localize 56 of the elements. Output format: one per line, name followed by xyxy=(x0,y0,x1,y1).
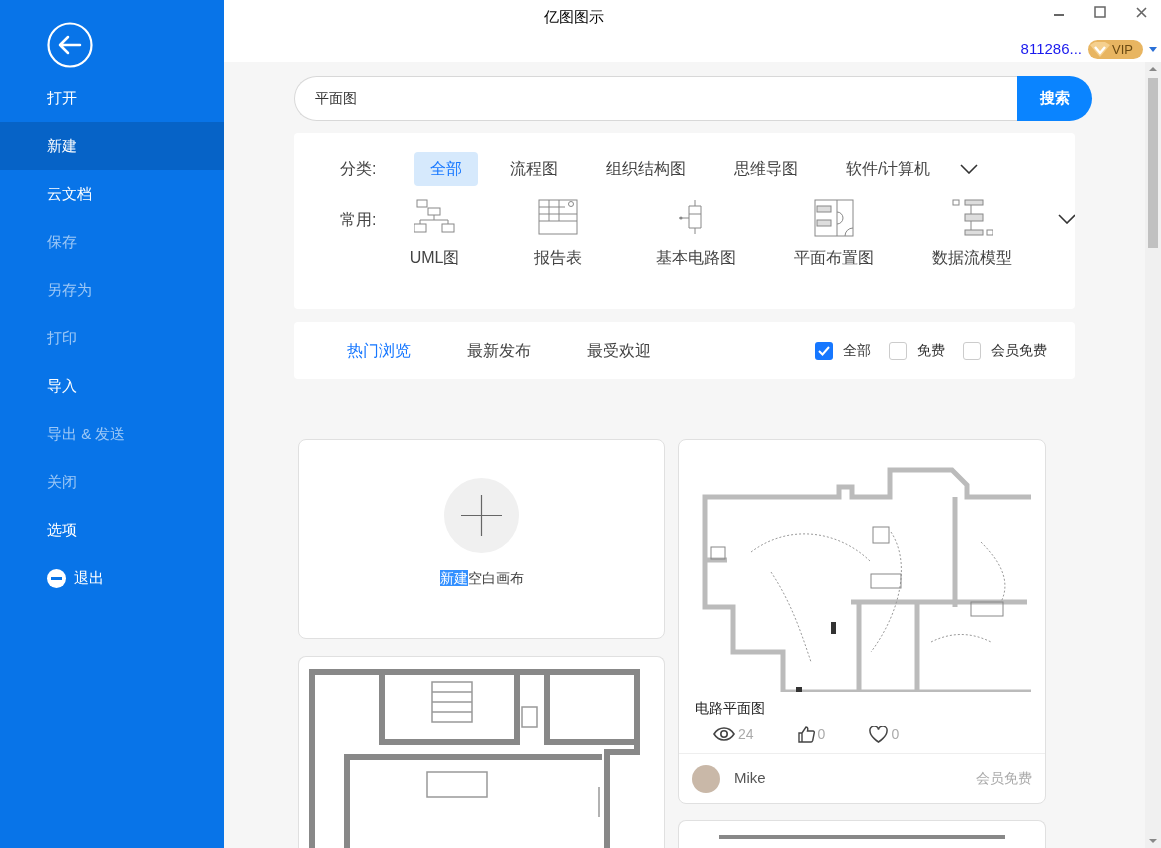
account-name[interactable]: 811286... xyxy=(1020,38,1083,61)
template-type-link[interactable]: 报告表 xyxy=(533,246,582,270)
sidebar-item[interactable]: 云文档 xyxy=(0,170,224,218)
category-tab[interactable]: 软件/计算机 xyxy=(830,152,947,186)
sort-tab[interactable]: 最新发布 xyxy=(467,338,531,363)
checkbox[interactable] xyxy=(889,341,907,360)
checkbox-label[interactable]: 免费 xyxy=(917,340,945,361)
template-type-link[interactable]: 基本电路图 xyxy=(655,246,736,270)
sidebar-item[interactable]: 选项 xyxy=(0,506,224,554)
search-field[interactable]: 平面图 xyxy=(294,76,1017,121)
template-type-link[interactable]: UML图 xyxy=(409,246,460,270)
template-title[interactable]: 电路平面图 xyxy=(679,698,1045,719)
stat-count: 0 xyxy=(817,724,826,744)
maximize-icon[interactable] xyxy=(1094,6,1106,18)
checkbox[interactable] xyxy=(963,341,981,360)
expand-chevron-icon[interactable] xyxy=(1057,214,1075,224)
checkbox-label[interactable]: 全部 xyxy=(843,340,871,361)
author-name[interactable]: Mike xyxy=(734,767,766,790)
template-card[interactable]: 电路平面图 24 0 0 Mike 会员免费 xyxy=(678,439,1046,804)
minus-circle-icon[interactable] xyxy=(47,568,66,588)
table-icon[interactable] xyxy=(536,198,579,238)
checkbox-label[interactable]: 会员免费 xyxy=(991,340,1047,361)
sidebar-item[interactable]: 新建 xyxy=(0,122,224,170)
common-label: 常用: xyxy=(340,210,378,230)
expand-chevron-icon[interactable] xyxy=(960,164,979,174)
checkbox[interactable] xyxy=(815,341,833,360)
stat-count: 24 xyxy=(738,724,754,744)
scrollbar-thumb[interactable] xyxy=(1148,78,1158,248)
dropdown-caret-icon[interactable] xyxy=(1149,46,1157,52)
vip-badge[interactable]: VIP xyxy=(1088,39,1143,59)
exit-item[interactable]: 退出 xyxy=(74,566,104,590)
category-label: 分类: xyxy=(340,159,378,179)
window-title: 亿图图示 xyxy=(544,7,604,27)
avatar-icon[interactable] xyxy=(692,764,720,793)
price-label: 会员免费 xyxy=(976,769,1032,788)
template-type-link[interactable]: 平面布置图 xyxy=(793,246,874,270)
thumbs-up-icon[interactable] xyxy=(797,725,815,743)
sidebar-item[interactable]: 打开 xyxy=(0,74,224,122)
new-blank-card[interactable]: 新建空白画布 xyxy=(298,439,665,639)
new-blank-label[interactable]: 新建空白画布 xyxy=(439,568,524,589)
sort-tab[interactable]: 热门浏览 xyxy=(347,338,411,363)
template-card[interactable] xyxy=(678,820,1046,848)
stat-count: 0 xyxy=(891,724,900,744)
template-type-link[interactable]: 数据流模型 xyxy=(931,246,1012,270)
data-flow-icon[interactable] xyxy=(950,198,993,238)
search-button[interactable]: 搜索 xyxy=(1017,76,1092,121)
close-icon[interactable] xyxy=(1136,6,1147,18)
category-tab[interactable]: 组织结构图 xyxy=(590,152,702,186)
eye-icon[interactable] xyxy=(713,727,735,741)
category-tab[interactable]: 流程图 xyxy=(494,152,574,186)
sidebar-item[interactable]: 导入 xyxy=(0,362,224,410)
scrollbar[interactable] xyxy=(1145,62,1161,848)
sort-tab[interactable]: 最受欢迎 xyxy=(587,338,651,363)
heart-icon[interactable] xyxy=(869,725,889,743)
category-tab[interactable]: 思维导图 xyxy=(718,152,814,186)
floor-plan-icon[interactable] xyxy=(812,198,855,238)
